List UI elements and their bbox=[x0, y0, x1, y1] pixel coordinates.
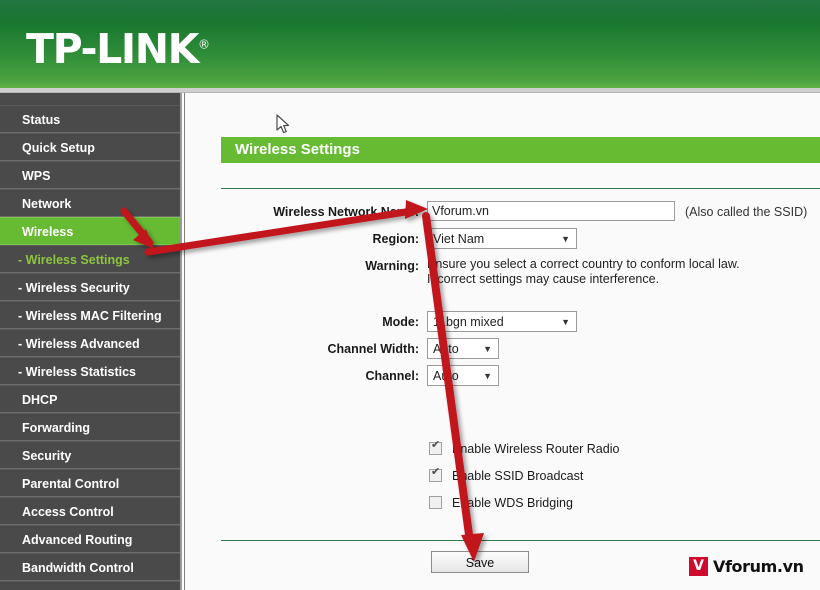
sidebar-item-dhcp[interactable]: DHCP bbox=[0, 385, 180, 413]
channel-width-field-wrap: Auto ▼ bbox=[427, 338, 499, 359]
content-divider-bottom bbox=[221, 540, 820, 541]
field-row-region: Region: Viet Nam ▼ bbox=[185, 228, 820, 250]
sidebar-item-status[interactable]: Status bbox=[0, 105, 180, 133]
enable-wireless-router-radio-label: Enable Wireless Router Radio bbox=[452, 442, 620, 456]
sidebar-item-wireless-advanced[interactable]: - Wireless Advanced bbox=[0, 329, 180, 357]
field-row-channel: Channel: Auto ▼ bbox=[185, 365, 820, 387]
checkbox-row-wireless-radio[interactable]: Enable Wireless Router Radio bbox=[429, 437, 619, 461]
region-select[interactable]: Viet Nam ▼ bbox=[427, 228, 577, 249]
vforum-watermark-text: Vforum.vn bbox=[713, 557, 804, 576]
ssid-label: Wireless Network Name: bbox=[273, 205, 419, 219]
enable-wireless-router-radio-checkbox[interactable] bbox=[429, 439, 442, 455]
sidebar-nav[interactable]: Status Quick Setup WPS Network Wireless … bbox=[0, 93, 182, 590]
sidebar-item-advanced-routing[interactable]: Advanced Routing bbox=[0, 525, 180, 553]
save-button[interactable]: Save bbox=[431, 551, 529, 573]
chevron-down-icon: ▼ bbox=[483, 344, 492, 354]
channel-width-selected-value: Auto bbox=[433, 342, 459, 356]
enable-ssid-broadcast-label: Enable SSID Broadcast bbox=[452, 469, 584, 483]
mode-select[interactable]: 11bgn mixed ▼ bbox=[427, 311, 577, 332]
sidebar-item-wireless-statistics[interactable]: - Wireless Statistics bbox=[0, 357, 180, 385]
region-selected-value: Viet Nam bbox=[433, 232, 485, 246]
sidebar-item-forwarding[interactable]: Forwarding bbox=[0, 413, 180, 441]
sidebar-item-ip-mac-binding[interactable]: IP & MAC Binding bbox=[0, 581, 180, 590]
warning-line-2: Incorrect settings may cause interferenc… bbox=[427, 272, 660, 286]
app-header: TP-LINK® bbox=[0, 0, 820, 88]
region-label: Region: bbox=[372, 232, 419, 246]
mode-selected-value: 11bgn mixed bbox=[433, 315, 504, 329]
checkbox-row-ssid-broadcast[interactable]: Enable SSID Broadcast bbox=[429, 464, 583, 488]
channel-width-label: Channel Width: bbox=[327, 342, 419, 356]
channel-selected-value: Auto bbox=[433, 369, 459, 383]
sidebar-item-access-control[interactable]: Access Control bbox=[0, 497, 180, 525]
content-divider-top bbox=[221, 188, 820, 189]
warning-label: Warning: bbox=[365, 259, 419, 273]
channel-field-wrap: Auto ▼ bbox=[427, 365, 499, 386]
field-row-channel-width: Channel Width: Auto ▼ bbox=[185, 338, 820, 360]
field-row-warning: Warning: Ensure you select a correct cou… bbox=[185, 255, 820, 289]
tplink-logo: TP-LINK® bbox=[26, 29, 210, 70]
enable-wds-bridging-label: Enable WDS Bridging bbox=[452, 496, 573, 510]
ssid-hint: (Also called the SSID) bbox=[685, 205, 808, 219]
chevron-down-icon: ▼ bbox=[483, 371, 492, 381]
sidebar-item-wireless-mac-filtering[interactable]: - Wireless MAC Filtering bbox=[0, 301, 180, 329]
sidebar-item-wireless-security[interactable]: - Wireless Security bbox=[0, 273, 180, 301]
checkbox-row-wds-bridging[interactable]: Enable WDS Bridging bbox=[429, 491, 573, 515]
header-sheen bbox=[0, 0, 820, 22]
warning-line-1: Ensure you select a correct country to c… bbox=[427, 257, 740, 271]
sidebar-item-bandwidth-control[interactable]: Bandwidth Control bbox=[0, 553, 180, 581]
enable-wds-bridging-checkbox[interactable] bbox=[429, 496, 442, 509]
field-row-mode: Mode: 11bgn mixed ▼ bbox=[185, 311, 820, 333]
main-content: Wireless Settings Wireless Network Name:… bbox=[184, 93, 820, 590]
page-title: Wireless Settings bbox=[221, 137, 820, 163]
chevron-down-icon: ▼ bbox=[561, 234, 570, 244]
registered-mark-icon: ® bbox=[197, 37, 210, 52]
ssid-input[interactable] bbox=[427, 201, 675, 221]
sidebar-item-wps[interactable]: WPS bbox=[0, 161, 180, 189]
field-row-ssid: Wireless Network Name: (Also called the … bbox=[185, 201, 820, 223]
sidebar-item-security[interactable]: Security bbox=[0, 441, 180, 469]
mode-label: Mode: bbox=[382, 315, 419, 329]
region-field-wrap: Viet Nam ▼ bbox=[427, 228, 577, 249]
sidebar-item-network[interactable]: Network bbox=[0, 189, 180, 217]
ssid-field-wrap bbox=[427, 201, 675, 221]
sidebar-item-wireless[interactable]: Wireless bbox=[0, 217, 180, 245]
sidebar-item-wireless-settings[interactable]: - Wireless Settings bbox=[0, 245, 180, 273]
channel-select[interactable]: Auto ▼ bbox=[427, 365, 499, 386]
chevron-down-icon: ▼ bbox=[561, 317, 570, 327]
tplink-logo-text: TP-LINK bbox=[26, 25, 199, 73]
sidebar-item-quick-setup[interactable]: Quick Setup bbox=[0, 133, 180, 161]
vforum-logo-icon: V bbox=[689, 557, 708, 576]
channel-label: Channel: bbox=[365, 369, 419, 383]
sidebar-item-parental-control[interactable]: Parental Control bbox=[0, 469, 180, 497]
vforum-watermark: V Vforum.vn bbox=[689, 557, 804, 577]
mode-field-wrap: 11bgn mixed ▼ bbox=[427, 311, 577, 332]
channel-width-select[interactable]: Auto ▼ bbox=[427, 338, 499, 359]
enable-ssid-broadcast-checkbox[interactable] bbox=[429, 466, 442, 482]
